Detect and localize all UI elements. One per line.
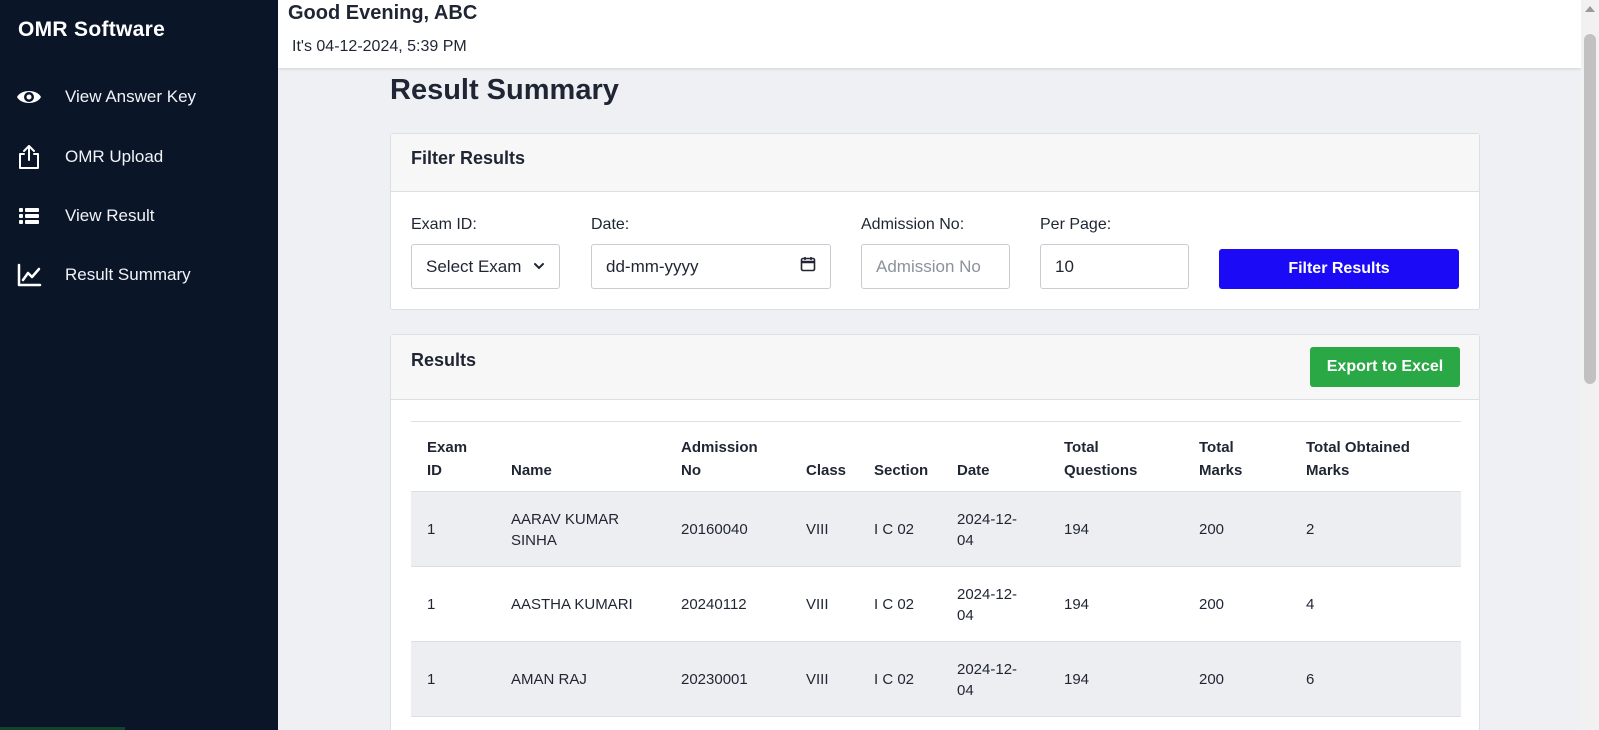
cell-total-marks: 200 bbox=[1199, 521, 1225, 538]
column-header-total-marks[interactable]: Total Marks bbox=[1199, 436, 1242, 482]
cell-class: VIII bbox=[806, 596, 829, 613]
chart-line-icon bbox=[15, 261, 43, 289]
sidebar-item-omr-upload[interactable]: OMR Upload bbox=[0, 135, 278, 179]
column-header-section[interactable]: Section bbox=[874, 459, 928, 482]
scrollbar-thumb[interactable] bbox=[1584, 34, 1596, 384]
cell-date: 2024-12- 04 bbox=[957, 660, 1018, 699]
table-header-row: Exam ID Name Admission No Class Section … bbox=[411, 422, 1461, 492]
per-page-input[interactable]: 10 bbox=[1040, 244, 1189, 289]
filter-card: Filter Results Exam ID: Select Exam Date… bbox=[390, 133, 1480, 310]
column-header-class[interactable]: Class bbox=[806, 459, 846, 482]
exam-id-selected-value: Select Exam bbox=[426, 256, 522, 276]
column-header-name[interactable]: Name bbox=[511, 459, 552, 482]
cell-class: VIII bbox=[806, 671, 829, 688]
cell-total-questions: 194 bbox=[1064, 596, 1090, 613]
table-row: 1 AMAN RAJ 20230001 VIII I C 02 2024-12-… bbox=[411, 642, 1461, 717]
sidebar-item-view-result[interactable]: View Result bbox=[0, 194, 278, 238]
cell-section: I C 02 bbox=[874, 521, 915, 538]
column-header-date[interactable]: Date bbox=[957, 459, 990, 482]
cell-section: I C 02 bbox=[874, 596, 915, 613]
cell-admission-no: 20240112 bbox=[681, 596, 747, 613]
per-page-value: 10 bbox=[1055, 256, 1074, 276]
sidebar-item-result-summary[interactable]: Result Summary bbox=[0, 253, 278, 297]
greeting: Good Evening, ABC bbox=[288, 2, 478, 24]
upload-icon bbox=[15, 143, 43, 171]
column-header-exam-id[interactable]: Exam ID bbox=[427, 436, 467, 482]
calendar-icon[interactable] bbox=[800, 256, 816, 277]
cell-class: VIII bbox=[806, 521, 829, 538]
cell-total-marks: 200 bbox=[1199, 671, 1225, 688]
cell-total-questions: 194 bbox=[1064, 521, 1090, 538]
cell-date: 2024-12- 04 bbox=[957, 585, 1018, 624]
cell-total-questions: 194 bbox=[1064, 671, 1090, 688]
results-table: Exam ID Name Admission No Class Section … bbox=[411, 421, 1461, 717]
export-to-excel-button[interactable]: Export to Excel bbox=[1310, 347, 1460, 387]
sidebar-item-label: View Result bbox=[65, 206, 155, 225]
cell-name: AASTHA KUMARI bbox=[511, 596, 633, 613]
sidebar-item-label: View Answer Key bbox=[65, 87, 197, 106]
column-header-total-questions[interactable]: Total Questions bbox=[1064, 436, 1137, 482]
table-row: 1 AASTHA KUMARI 20240112 VIII I C 02 202… bbox=[411, 567, 1461, 642]
admission-no-label: Admission No: bbox=[861, 216, 965, 233]
cell-name: AARAV KUMAR SINHA bbox=[511, 510, 620, 549]
sidebar-item-label: OMR Upload bbox=[65, 147, 164, 166]
cell-section: I C 02 bbox=[874, 671, 915, 688]
exam-id-label: Exam ID: bbox=[411, 216, 477, 233]
cell-date: 2024-12- 04 bbox=[957, 510, 1018, 549]
exam-id-select[interactable]: Select Exam bbox=[411, 244, 560, 289]
page-title: Result Summary bbox=[390, 74, 619, 106]
top-bar: Good Evening, ABC It's 04-12-2024, 5:39 … bbox=[278, 0, 1581, 68]
cell-total-marks: 200 bbox=[1199, 596, 1225, 613]
cell-total-obtained-marks: 6 bbox=[1306, 671, 1315, 688]
cell-name: AMAN RAJ bbox=[511, 671, 587, 688]
cell-total-obtained-marks: 2 bbox=[1306, 521, 1315, 538]
current-datetime: It's 04-12-2024, 5:39 PM bbox=[292, 38, 467, 55]
per-page-label: Per Page: bbox=[1040, 216, 1112, 233]
admission-no-placeholder: Admission No bbox=[876, 256, 981, 276]
cell-exam-id: 1 bbox=[427, 671, 436, 688]
cell-admission-no: 20230001 bbox=[681, 671, 748, 688]
date-label: Date: bbox=[591, 216, 630, 233]
table-row: 1 AARAV KUMAR SINHA 20160040 VIII I C 02… bbox=[411, 492, 1461, 567]
results-card-title: Results bbox=[411, 350, 477, 370]
column-header-admission-no[interactable]: Admission No bbox=[681, 436, 758, 482]
cell-exam-id: 1 bbox=[427, 521, 436, 538]
date-input[interactable]: dd-mm-yyyy bbox=[591, 244, 831, 289]
results-card-header: Results Export to Excel bbox=[391, 335, 1479, 400]
sidebar-item-label: Result Summary bbox=[65, 265, 191, 284]
filter-results-button[interactable]: Filter Results bbox=[1219, 249, 1459, 289]
page-scrollbar[interactable] bbox=[1581, 0, 1599, 730]
admission-no-input[interactable]: Admission No bbox=[861, 244, 1010, 289]
eye-icon bbox=[15, 83, 43, 111]
sidebar-item-view-answer-key[interactable]: View Answer Key bbox=[0, 75, 278, 119]
results-card: Results Export to Excel Exam ID Name Adm… bbox=[390, 334, 1480, 730]
list-icon bbox=[15, 202, 43, 230]
filter-card-title: Filter Results bbox=[411, 148, 526, 168]
cell-exam-id: 1 bbox=[427, 596, 436, 613]
scroll-up-arrow-icon[interactable] bbox=[1585, 6, 1595, 12]
chevron-down-icon bbox=[533, 257, 545, 277]
sidebar: OMR Software View Answer Key OMR Upload … bbox=[0, 0, 278, 730]
date-input-placeholder: dd-mm-yyyy bbox=[606, 256, 699, 276]
app-brand: OMR Software bbox=[18, 18, 166, 41]
cell-admission-no: 20160040 bbox=[681, 521, 748, 538]
column-header-total-obtained-marks[interactable]: Total Obtained Marks bbox=[1306, 436, 1410, 482]
cell-total-obtained-marks: 4 bbox=[1306, 596, 1315, 613]
filter-card-header: Filter Results bbox=[391, 134, 1479, 192]
